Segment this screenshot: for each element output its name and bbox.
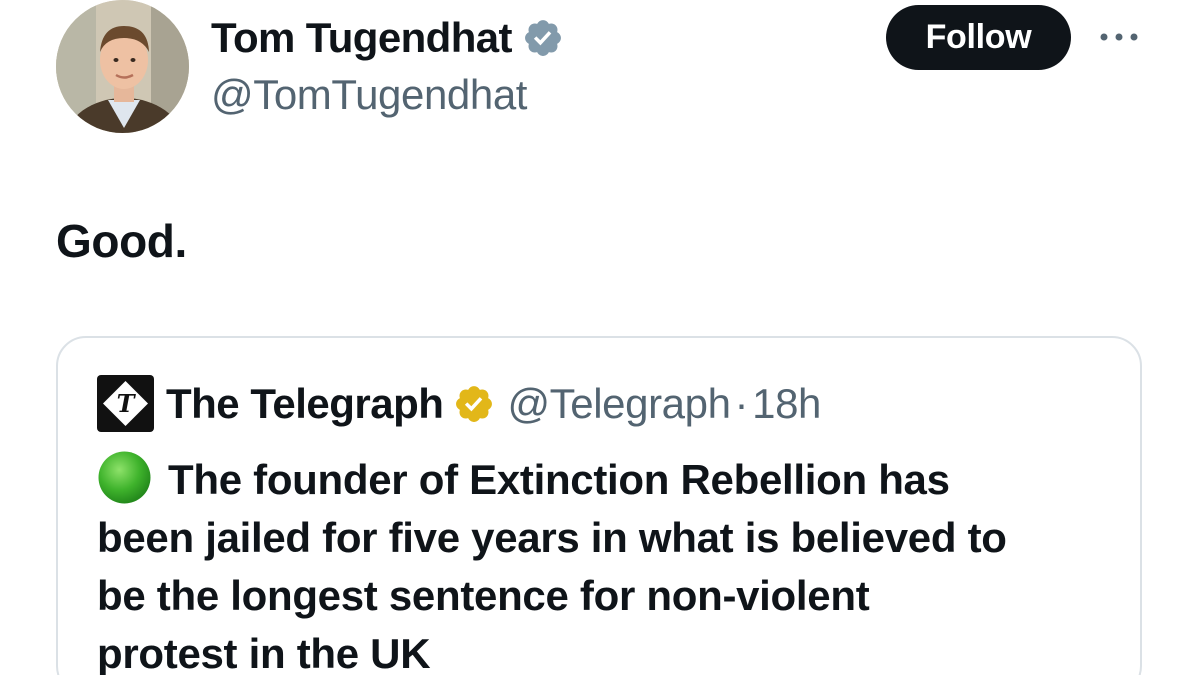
- quoted-text-line: The founder of Extinction Rebellion has: [97, 450, 1107, 509]
- quoted-tweet-card[interactable]: T The Telegraph @Telegraph · 18h The fou…: [56, 336, 1142, 675]
- separator-dot: ·: [734, 379, 749, 427]
- green-circle-icon: [97, 450, 152, 505]
- tweet-view: Tom Tugendhat @TomTugendhat Follow Good.: [0, 0, 1200, 675]
- quoted-author-name[interactable]: The Telegraph: [166, 380, 444, 428]
- follow-button[interactable]: Follow: [886, 5, 1071, 70]
- tweet-text: Good.: [56, 215, 187, 267]
- author-name[interactable]: Tom Tugendhat: [211, 14, 513, 62]
- verified-badge-icon[interactable]: [522, 17, 564, 59]
- gold-verified-badge-icon[interactable]: [453, 383, 495, 425]
- quoted-text-line-1: The founder of Extinction Rebellion has: [168, 456, 950, 503]
- quoted-tweet-time[interactable]: 18h: [752, 380, 821, 428]
- quoted-text-line-3: be the longest sentence for non-violent: [97, 572, 870, 619]
- more-options-icon[interactable]: [1096, 22, 1142, 52]
- avatar[interactable]: [56, 0, 189, 133]
- quoted-text-line-2: been jailed for five years in what is be…: [97, 514, 1007, 561]
- quoted-tweet-header: T The Telegraph @Telegraph · 18h: [97, 375, 821, 432]
- quoted-tweet-text: The founder of Extinction Rebellion has …: [97, 450, 1107, 675]
- author-name-row: Tom Tugendhat: [211, 14, 564, 62]
- quoted-author-handle[interactable]: @Telegraph: [507, 380, 731, 428]
- author-handle[interactable]: @TomTugendhat: [211, 71, 527, 119]
- telegraph-logo-icon[interactable]: T: [97, 375, 154, 432]
- svg-text:T: T: [117, 389, 137, 418]
- quoted-text-line-4: protest in the UK: [97, 630, 431, 675]
